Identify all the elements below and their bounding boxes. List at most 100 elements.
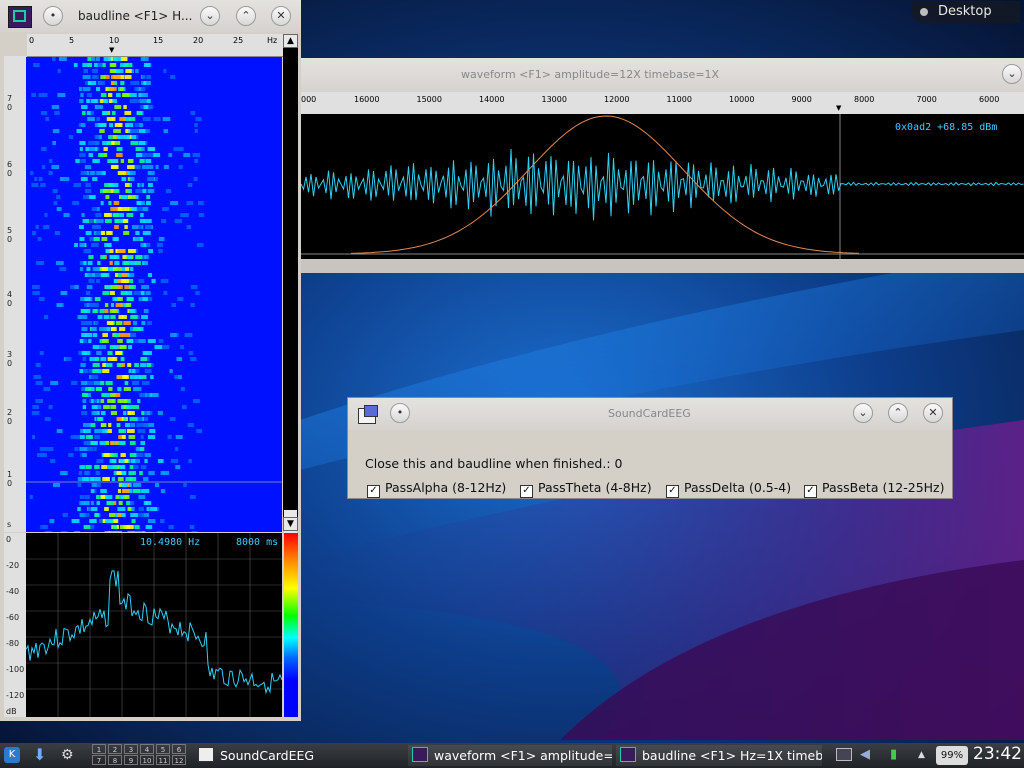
passbeta-checkbox[interactable]: ✓ PassBeta (12-25Hz) [804, 480, 945, 498]
pager-desktop[interactable]: 7 [92, 755, 106, 765]
waveform-tick-label: 6000 [979, 95, 1000, 104]
spectrogram-scrollbar[interactable]: ▲ ▼ [283, 34, 298, 548]
pager-desktop[interactable]: 8 [108, 755, 122, 765]
volume-icon[interactable]: ◀ [860, 747, 876, 763]
dialog-app-icon[interactable] [356, 404, 378, 424]
checkbox-box[interactable]: ✓ [367, 485, 380, 498]
baudline-maximize-button[interactable]: ⌃ [236, 6, 256, 26]
task-baudline[interactable]: baudline <F1> Hz=1X timeb [616, 745, 822, 766]
waveform-title: waveform <F1> amplitude=12X timebase=1X [461, 68, 720, 81]
spectrum-display[interactable]: 10.4980 Hz 8000 ms [25, 533, 283, 717]
time-tick-label: 2 0 [7, 408, 13, 426]
baudline-close-button[interactable]: ✕ [271, 6, 291, 26]
pager-desktop[interactable]: 10 [140, 755, 154, 765]
pager-desktop[interactable]: 2 [108, 744, 122, 754]
passalpha-checkbox[interactable]: ✓ PassAlpha (8-12Hz) [367, 480, 506, 498]
baudline-frequency-ruler[interactable]: 0 5 10 15 20 25 Hz ▼ [27, 34, 283, 57]
waveform-minimize-button[interactable]: ⌄ [1002, 64, 1022, 84]
colormap-bar [284, 533, 298, 717]
scroll-down-arrow[interactable]: ▼ [283, 517, 298, 531]
checkbox-box[interactable]: ✓ [804, 485, 817, 498]
waveform-tick-label: 9000 [791, 95, 812, 104]
waveform-ruler[interactable]: 000 16000 15000 14000 13000 12000 11000 10000 90… [301, 92, 1024, 115]
waveform-tick-label: 13000 [541, 95, 567, 104]
dialog-menu-button[interactable]: • [390, 403, 410, 423]
scroll-up-arrow[interactable]: ▲ [283, 34, 298, 48]
waveform-cursor-marker[interactable]: ▼ [836, 104, 841, 112]
update-icon[interactable]: ▮ [890, 747, 906, 763]
waveform-tick-label: 000 [301, 95, 317, 104]
spectrogram-image [26, 57, 282, 532]
checkbox-box[interactable]: ✓ [666, 485, 679, 498]
baudline-title: baudline <F1> H... [78, 9, 193, 23]
passtheta-checkbox[interactable]: ✓ PassTheta (4-8Hz) [520, 480, 652, 498]
waveform-tick-label: 12000 [604, 95, 630, 104]
spectrogram-display[interactable] [26, 57, 282, 532]
db-tick-label: 0 [6, 535, 12, 544]
waveform-tick-label: 8000 [854, 95, 875, 104]
time-tick-label: 7 0 [7, 94, 13, 112]
pager-desktop[interactable]: 9 [124, 755, 138, 765]
frequency-tick-label: 5 [69, 36, 75, 45]
kde-menu-icon[interactable]: K [4, 747, 20, 763]
tray-expand-icon[interactable]: ▲ [918, 747, 934, 763]
dialog-titlebar[interactable]: • SoundCardEEG ⌄ ⌃ ✕ [348, 398, 952, 430]
waveform-tick-label: 11000 [666, 95, 692, 104]
baudline-menu-button[interactable]: • [43, 6, 63, 26]
desktop-icon [920, 8, 928, 16]
frequency-cursor-marker[interactable]: ▼ [109, 46, 114, 54]
pager-desktop[interactable]: 5 [156, 744, 170, 754]
spectrum-db-axis: 0 -20 -40 -60 -80 -100 -120 dB [4, 533, 26, 717]
frequency-tick-label: 15 [153, 36, 164, 45]
spectrum-time-readout: 8000 ms [236, 537, 279, 548]
task-waveform[interactable]: waveform <F1> amplitude=1 [408, 745, 612, 766]
baudline-minimize-button[interactable]: ⌄ [200, 6, 220, 26]
waveform-task-icon [412, 747, 428, 762]
download-arrow-icon[interactable]: ⬇ [33, 747, 49, 763]
baudline-titlebar[interactable]: • baudline <F1> H... ⌄ ⌃ ✕ [0, 0, 301, 32]
waveform-footer [301, 259, 1024, 273]
soundcardeeg-dialog: • SoundCardEEG ⌄ ⌃ ✕ Close this and baud… [347, 397, 953, 499]
baudline-task-icon [620, 747, 636, 762]
db-tick-label: -120 [6, 691, 25, 700]
spectrum-frequency-readout: 10.4980 Hz [140, 537, 201, 548]
waveform-readout: 0x0ad2 +68.85 dBm [895, 122, 998, 133]
time-tick-label: 5 0 [7, 226, 13, 244]
waveform-titlebar[interactable]: waveform <F1> amplitude=12X timebase=1X … [301, 58, 1024, 92]
soundcardeeg-task-icon [198, 747, 214, 762]
passdelta-checkbox[interactable]: ✓ PassDelta (0.5-4) [666, 480, 791, 498]
dialog-close-button[interactable]: ✕ [923, 403, 943, 423]
pager-desktop[interactable]: 11 [156, 755, 170, 765]
task-soundcardeeg[interactable]: SoundCardEEG [198, 745, 402, 766]
frequency-tick-label: 0 [29, 36, 35, 45]
waveform-tick-label: 14000 [479, 95, 505, 104]
waveform-tick-label: 16000 [354, 95, 380, 104]
clock[interactable]: 23:42 [973, 744, 1022, 764]
frequency-tick-label: 10 [109, 36, 120, 45]
battery-indicator[interactable]: 99% [936, 746, 968, 765]
time-tick-label: s [7, 520, 12, 529]
waveform-window: waveform <F1> amplitude=12X timebase=1X … [300, 58, 1024, 273]
pager-desktop[interactable]: 3 [124, 744, 138, 754]
pager-desktop[interactable]: 1 [92, 744, 106, 754]
db-tick-label: -40 [6, 587, 20, 596]
db-tick-label: -80 [6, 639, 20, 648]
pager-desktop[interactable]: 6 [172, 744, 186, 754]
baudline-app-icon[interactable] [8, 6, 32, 28]
checkbox-box[interactable]: ✓ [520, 485, 533, 498]
network-icon[interactable]: ⚙ [61, 747, 77, 763]
waveform-tick-label: 7000 [916, 95, 937, 104]
desktop-widget[interactable]: Desktop [912, 1, 1020, 23]
time-tick-label: 3 0 [7, 350, 13, 368]
frequency-tick-label: Hz [267, 36, 278, 45]
db-tick-label: -60 [6, 613, 20, 622]
pager-desktop[interactable]: 4 [140, 744, 154, 754]
dialog-maximize-button[interactable]: ⌃ [888, 403, 908, 423]
waveform-tick-label: 10000 [729, 95, 755, 104]
waveform-display[interactable]: 0x0ad2 +68.85 dBm [300, 114, 1024, 259]
db-tick-label: dB [6, 707, 17, 716]
pager-desktop[interactable]: 12 [172, 755, 186, 765]
dialog-minimize-button[interactable]: ⌄ [853, 403, 873, 423]
monitor-icon[interactable] [836, 748, 852, 761]
spectrum-plot [25, 533, 283, 717]
